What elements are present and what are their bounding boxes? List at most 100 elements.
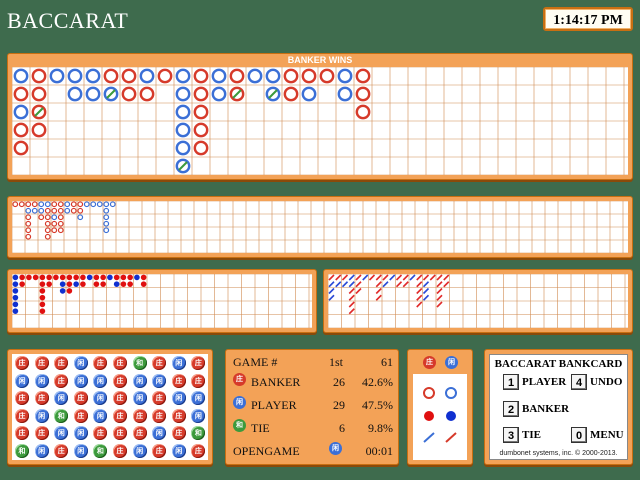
cockroach-mark bbox=[429, 274, 436, 281]
cockroach-road-grid[interactable] bbox=[328, 274, 628, 328]
big-road-panel: BANKER WINS bbox=[7, 53, 633, 180]
big-eye-mark bbox=[44, 220, 51, 227]
big-eye-road-grid[interactable] bbox=[12, 201, 628, 253]
big-eye-mark bbox=[96, 201, 103, 208]
small-road-mark bbox=[127, 274, 133, 281]
cockroach-mark bbox=[355, 287, 362, 295]
player-small-predict bbox=[446, 411, 456, 421]
tie-stat-row: 和 TIE 6 9.8% bbox=[233, 419, 393, 437]
bead-banker: 庄 bbox=[73, 391, 88, 406]
big-road-mark bbox=[337, 68, 353, 84]
key-0-button[interactable]: 0 bbox=[571, 427, 587, 443]
big-road-mark bbox=[31, 122, 47, 138]
small-road-mark bbox=[12, 294, 19, 301]
player-stat-row: 闲 PLAYER 29 47.5% bbox=[233, 396, 393, 414]
key-3-button[interactable]: 3 bbox=[503, 427, 519, 443]
key-4-button[interactable]: 4 bbox=[571, 374, 587, 390]
bead-banker: 庄 bbox=[54, 444, 69, 458]
big-eye-mark bbox=[77, 214, 84, 221]
cockroach-mark bbox=[382, 281, 389, 288]
big-road-mark bbox=[193, 68, 209, 84]
bead-player: 闲 bbox=[73, 373, 88, 388]
small-road-mark bbox=[66, 274, 73, 281]
stats-panel: GAME # 1st 61 庄 BANKER 26 42.6% 闲 PLAYER… bbox=[225, 349, 399, 465]
cockroach-mark bbox=[375, 281, 382, 288]
small-road-mark bbox=[59, 281, 66, 287]
bead-plate-grid[interactable]: 庄庄庄闲庄庄和庄闲庄闲闲庄闲闲庄闲闲庄庄庄庄闲庄闲庄闲庄闲闲庄闲和庄闲庄庄庄庄闲… bbox=[12, 354, 208, 460]
big-road-mark bbox=[13, 140, 29, 156]
big-road-mark bbox=[319, 68, 335, 84]
small-road-mark bbox=[100, 281, 106, 287]
key-1-button[interactable]: 1 bbox=[503, 374, 519, 390]
big-eye-mark bbox=[25, 214, 32, 221]
big-eye-mark bbox=[12, 201, 19, 208]
cockroach-mark bbox=[422, 287, 430, 295]
big-road-mark bbox=[247, 68, 263, 84]
big-eye-mark bbox=[83, 201, 90, 208]
cockroach-mark bbox=[382, 274, 389, 281]
big-road-mark bbox=[175, 86, 191, 102]
cockroach-mark bbox=[335, 274, 342, 281]
big-eye-mark bbox=[38, 207, 45, 214]
big-road-mark bbox=[211, 68, 227, 84]
bead-player: 闲 bbox=[171, 444, 186, 458]
bead-player: 闲 bbox=[132, 373, 147, 388]
key-1-label: PLAYER bbox=[522, 376, 567, 388]
big-eye-mark bbox=[44, 233, 51, 240]
bead-player: 闲 bbox=[171, 391, 186, 406]
small-road-mark bbox=[12, 308, 19, 314]
cockroach-mark bbox=[443, 281, 450, 288]
big-eye-mark bbox=[18, 201, 25, 208]
bead-tie: 和 bbox=[15, 444, 29, 458]
bead-player: 闲 bbox=[191, 408, 206, 423]
small-road-mark bbox=[80, 281, 86, 287]
cockroach-mark bbox=[328, 294, 335, 301]
cockroach-mark bbox=[436, 301, 443, 308]
bead-player: 闲 bbox=[34, 408, 49, 423]
cockroach-mark bbox=[422, 294, 430, 301]
big-eye-mark bbox=[51, 227, 58, 234]
small-road-mark bbox=[80, 274, 86, 281]
bead-banker: 庄 bbox=[113, 356, 127, 370]
bead-banker: 庄 bbox=[93, 426, 108, 441]
bead-player: 闲 bbox=[93, 373, 108, 388]
prediction-grid bbox=[423, 387, 457, 443]
key-2-button[interactable]: 2 bbox=[503, 401, 519, 417]
big-road-mark bbox=[13, 86, 29, 102]
banker-chip-icon: 庄 bbox=[233, 373, 246, 386]
bead-player: 闲 bbox=[73, 426, 88, 441]
bead-player: 闲 bbox=[152, 373, 167, 388]
big-road-mark bbox=[31, 86, 47, 102]
bead-player: 闲 bbox=[132, 391, 147, 406]
big-road-grid[interactable] bbox=[12, 67, 628, 175]
big-eye-mark bbox=[25, 207, 32, 214]
big-road-mark bbox=[175, 104, 191, 120]
bead-banker: 庄 bbox=[113, 373, 127, 388]
small-road-mark bbox=[73, 274, 79, 281]
big-road-mark bbox=[355, 104, 371, 120]
big-road-mark bbox=[139, 86, 155, 102]
player-chip-icon: 闲 bbox=[329, 442, 342, 455]
opengame-time: 00:01 bbox=[365, 444, 393, 458]
small-road-mark bbox=[93, 274, 100, 281]
bead-tie: 和 bbox=[191, 426, 206, 441]
small-road-mark bbox=[134, 274, 140, 281]
player-predict-icon: 闲 bbox=[445, 356, 458, 369]
bead-player: 闲 bbox=[34, 373, 49, 388]
small-road-mark bbox=[12, 274, 19, 281]
game-number-row: GAME # 1st 61 bbox=[233, 353, 393, 371]
opengame-label: OPENGAME bbox=[233, 444, 300, 458]
small-road-mark bbox=[73, 281, 79, 287]
big-eye-mark bbox=[25, 220, 32, 227]
cockroach-mark bbox=[402, 274, 409, 281]
bead-tie: 和 bbox=[132, 356, 147, 370]
small-road-grid[interactable] bbox=[12, 274, 312, 328]
cockroach-mark bbox=[348, 294, 355, 301]
bead-banker: 庄 bbox=[132, 408, 147, 423]
bead-banker: 庄 bbox=[34, 391, 49, 406]
small-road-mark bbox=[59, 288, 66, 294]
cockroach-mark bbox=[341, 274, 349, 281]
big-eye-mark bbox=[25, 201, 32, 208]
tie-chip-icon: 和 bbox=[233, 419, 246, 432]
big-road-mark bbox=[121, 68, 137, 84]
